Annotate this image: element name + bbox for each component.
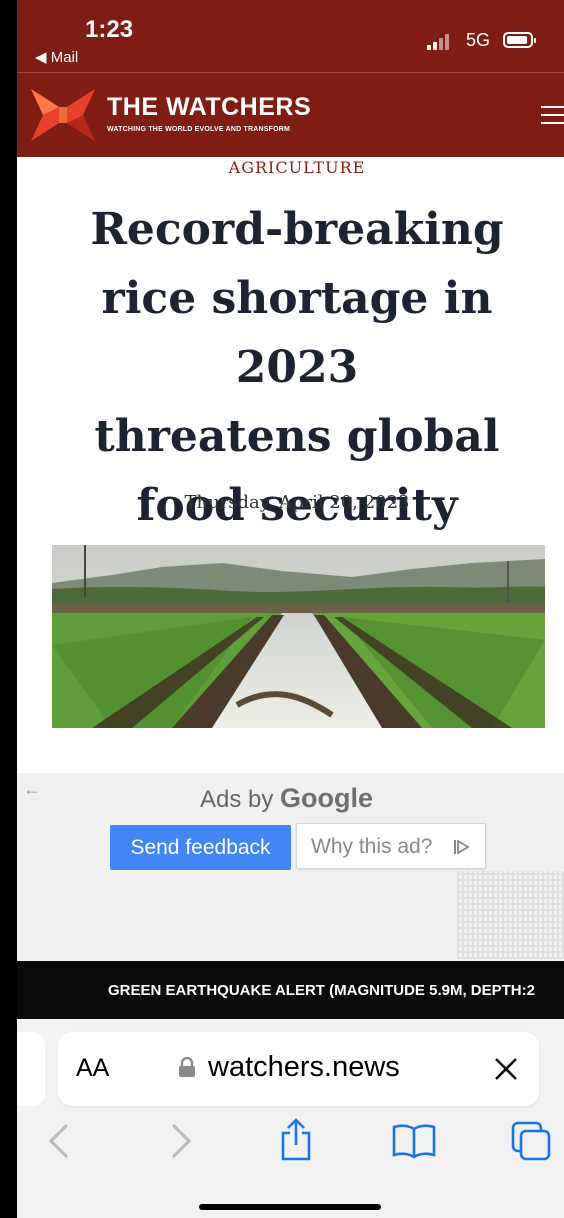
ads-by-google-label: Ads by Google xyxy=(200,783,373,814)
send-feedback-button[interactable]: Send feedback xyxy=(110,825,291,870)
address-bar[interactable]: AA watchers.news xyxy=(58,1032,539,1106)
close-icon[interactable] xyxy=(492,1055,520,1083)
battery-icon xyxy=(503,32,536,48)
headline-line: Record-breaking xyxy=(90,204,504,255)
site-header: THE WATCHERS WATCHING THE WORLD EVOLVE A… xyxy=(17,72,564,157)
chevron-left-icon[interactable] xyxy=(47,1121,71,1161)
adchoices-play-icon xyxy=(454,839,470,855)
why-this-ad-button[interactable]: Why this ad? xyxy=(296,823,486,869)
article-category[interactable]: AGRICULTURE xyxy=(17,158,564,177)
url-text[interactable]: watchers.news xyxy=(208,1051,400,1084)
network-type: 5G xyxy=(466,30,491,50)
google-wordmark: Google xyxy=(280,783,374,813)
site-brand[interactable]: THE WATCHERS xyxy=(107,93,311,122)
aa-label: AA xyxy=(76,1054,110,1082)
lock-icon xyxy=(179,1057,195,1077)
why-this-ad-label: Why this ad? xyxy=(311,835,433,858)
hamburger-menu-icon[interactable] xyxy=(541,104,564,126)
article-date: Thursday, April 20, 2023 xyxy=(184,492,410,513)
back-to-mail-link[interactable]: ◀ Mail xyxy=(35,48,78,66)
watchers-logo-icon[interactable] xyxy=(29,87,97,143)
status-time: 1:23 xyxy=(85,16,134,43)
chevron-right-icon[interactable] xyxy=(169,1121,193,1161)
headline-line: threatens global xyxy=(94,411,500,462)
ad-area: ← Ads by Google Send feedback Why this a… xyxy=(17,773,564,961)
share-icon[interactable] xyxy=(279,1117,313,1163)
rice-field-photo xyxy=(52,545,545,728)
cellular-signal-icon xyxy=(427,34,453,50)
ads-by-text: Ads by xyxy=(200,786,274,813)
site-tagline: WATCHING THE WORLD EVOLVE AND TRANSFORM xyxy=(107,126,291,133)
page: 1:23 ◀ Mail 5G THE WATCHERS WATCHING THE… xyxy=(17,0,564,1218)
reader-aa-button[interactable]: AA xyxy=(76,1054,109,1083)
news-ticker[interactable]: GREEN EARTHQUAKE ALERT (MAGNITUDE 5.9M, … xyxy=(17,961,564,1019)
tabs-icon[interactable] xyxy=(511,1121,551,1161)
article-headline: Record-breaking rice shortage in 2023 th… xyxy=(37,195,557,540)
ad-back-arrow-icon[interactable]: ← xyxy=(23,779,41,800)
ad-texture xyxy=(457,871,564,959)
browser-toolbar: AA watchers.news xyxy=(17,1019,564,1218)
home-indicator[interactable] xyxy=(199,1204,381,1210)
headline-line: rice shortage in 2023 xyxy=(101,273,493,393)
book-icon[interactable] xyxy=(392,1123,436,1159)
ticker-text: GREEN EARTHQUAKE ALERT (MAGNITUDE 5.9M, … xyxy=(108,982,535,999)
status-bar: 1:23 ◀ Mail 5G xyxy=(17,0,564,72)
previous-tab-preview[interactable] xyxy=(17,1032,45,1106)
